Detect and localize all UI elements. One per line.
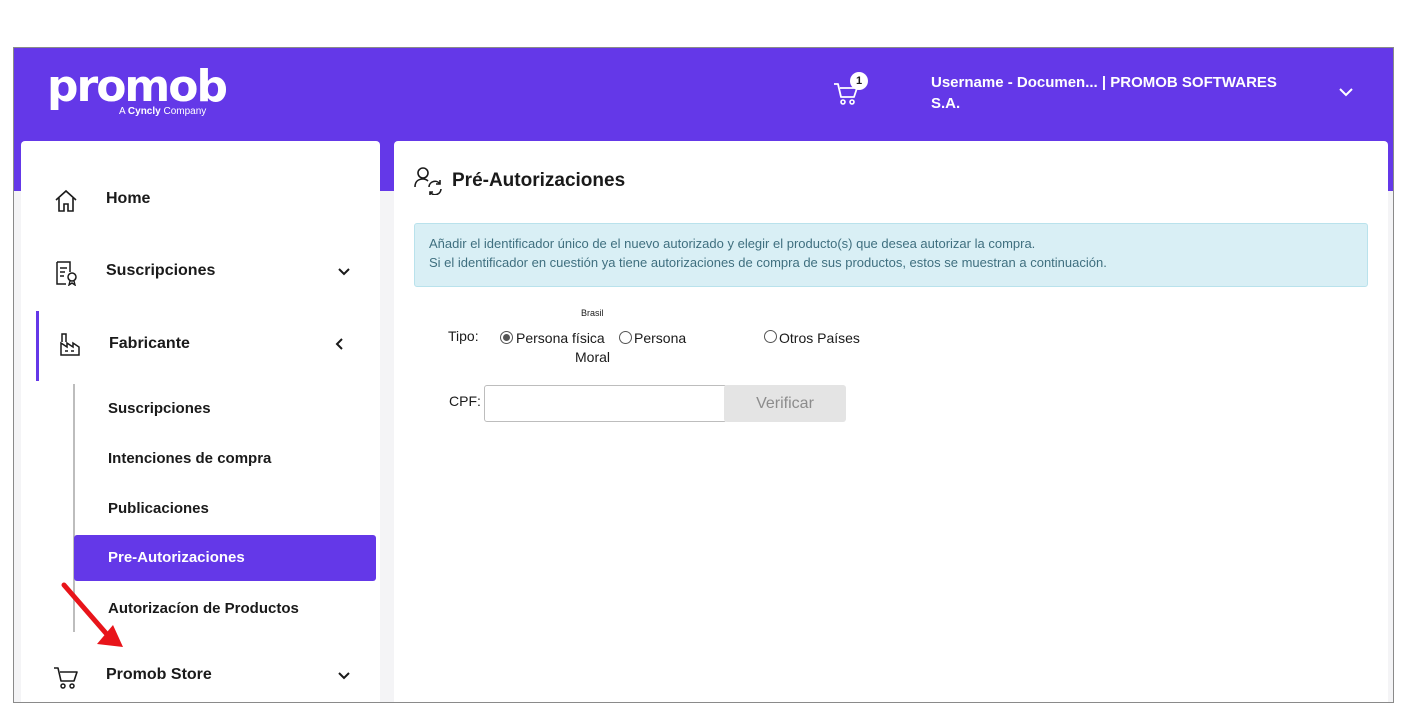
radio-otros-paises-label: Otros Países: [779, 330, 860, 346]
cart-count-badge: 1: [850, 72, 868, 90]
header-cart-button[interactable]: 1: [832, 72, 872, 108]
user-company-line: S.A.: [931, 95, 961, 112]
radio-persona-fisica-label: Persona física: [516, 330, 605, 346]
radio-otros-paises[interactable]: [764, 330, 777, 343]
sidebar-subitem-label: Publicaciones: [108, 500, 209, 517]
radio-persona-moral-label: Persona: [634, 330, 687, 346]
info-alert: Añadir el identificador único de el nuev…: [414, 223, 1368, 287]
sidebar-item-promob-store[interactable]: Promob Store: [21, 647, 380, 702]
cart-icon: [54, 667, 78, 689]
sidebar-subitem-publicaciones[interactable]: Publicaciones: [74, 486, 376, 532]
sidebar-item-suscripciones[interactable]: Suscripciones: [21, 243, 380, 303]
sidebar-item-fabricante[interactable]: Fabricante: [21, 311, 380, 381]
page-title: Pré-Autorizaciones: [452, 170, 626, 191]
sidebar-subitem-label: Suscripciones: [108, 400, 211, 417]
chevron-left-icon: [335, 338, 343, 350]
factory-icon: [60, 333, 80, 356]
sidebar-subitem-label: Pre-Autorizaciones: [108, 549, 245, 566]
cpf-label: CPF:: [449, 393, 481, 409]
sidebar-subitem-intenciones-de-compra[interactable]: Intenciones de compra: [74, 436, 376, 482]
cpf-input[interactable]: [484, 385, 727, 422]
app-frame: promob A Cyncly Company 1 Username - Doc…: [13, 47, 1394, 703]
user-sync-icon: [414, 167, 442, 195]
verify-button[interactable]: Verificar: [724, 385, 846, 422]
chevron-down-icon[interactable]: [1337, 83, 1355, 106]
document-certificate-icon: [56, 261, 77, 286]
red-annotation-arrow: [61, 582, 123, 647]
sidebar-nav: Home Suscripciones Fabricante Suscripcio…: [21, 141, 380, 702]
sidebar-item-label: Promob Store: [106, 666, 212, 683]
sidebar-subitem-suscripciones[interactable]: Suscripciones: [74, 386, 376, 432]
chevron-down-icon: [338, 672, 350, 680]
sidebar-subitem-label: Intenciones de compra: [108, 450, 272, 467]
logo-tagline: A Cyncly Company: [119, 106, 207, 117]
promob-logo[interactable]: promob A Cyncly Company: [47, 61, 228, 118]
sidebar-item-home[interactable]: Home: [21, 171, 380, 231]
user-account-menu[interactable]: Username - Documen... | PROMOB SOFTWARES…: [931, 72, 1311, 114]
user-name-line: Username - Documen... | PROMOB SOFTWARES: [931, 74, 1277, 91]
sidebar-subitem-pre-autorizaciones[interactable]: Pre-Autorizaciones: [74, 535, 376, 581]
sidebar-item-label: Fabricante: [109, 335, 190, 352]
brasil-label: Brasil: [581, 308, 604, 318]
sidebar-item-label: Suscripciones: [106, 262, 216, 279]
main-content: Pré-Autorizaciones Añadir el identificad…: [394, 141, 1388, 702]
radio-persona-moral-label-cont: Moral: [575, 349, 611, 365]
tipo-label: Tipo:: [448, 328, 479, 344]
radio-persona-moral[interactable]: [619, 331, 632, 344]
alert-text-line1: Añadir el identificador único de el nuev…: [429, 236, 1036, 251]
logo-wordmark: promob: [47, 61, 228, 112]
home-icon: [55, 189, 77, 212]
alert-text-line2: Si el identificador en cuestión ya tiene…: [429, 255, 1107, 270]
sidebar-item-label: Home: [106, 190, 151, 207]
chevron-down-icon: [338, 268, 350, 276]
radio-persona-fisica[interactable]: [500, 331, 513, 344]
